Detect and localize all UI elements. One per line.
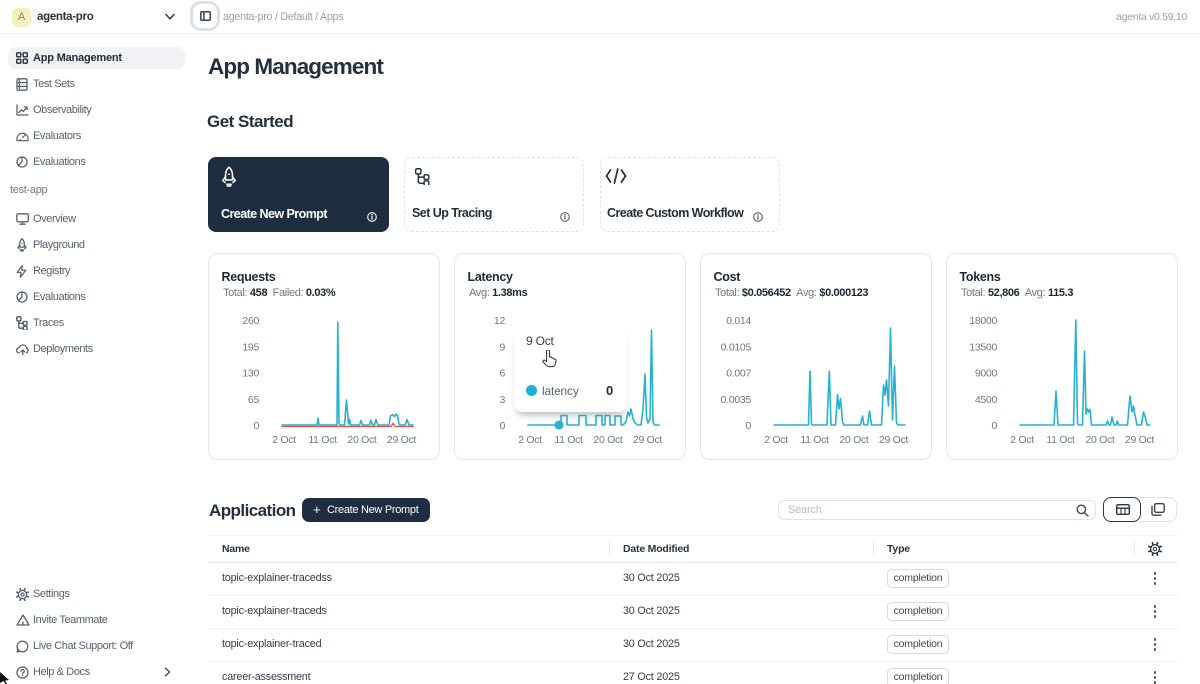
svg-text:9: 9: [499, 341, 505, 353]
svg-text:11 Oct: 11 Oct: [800, 434, 829, 446]
svg-text:20 Oct: 20 Oct: [839, 434, 869, 446]
svg-text:2 Oct: 2 Oct: [1010, 434, 1034, 446]
svg-text:2 Oct: 2 Oct: [518, 434, 542, 446]
svg-text:4500: 4500: [975, 394, 998, 406]
svg-text:2 Oct: 2 Oct: [272, 434, 296, 446]
svg-text:0: 0: [253, 420, 259, 432]
svg-text:11 Oct: 11 Oct: [1046, 434, 1075, 446]
svg-text:130: 130: [242, 368, 259, 380]
svg-text:195: 195: [242, 341, 259, 353]
svg-text:29 Oct: 29 Oct: [633, 434, 663, 446]
svg-text:6: 6: [499, 368, 505, 380]
svg-text:29 Oct: 29 Oct: [879, 434, 909, 446]
svg-text:65: 65: [248, 394, 260, 406]
svg-text:20 Oct: 20 Oct: [347, 434, 377, 446]
svg-text:29 Oct: 29 Oct: [1125, 434, 1155, 446]
svg-text:0.0035: 0.0035: [721, 394, 752, 406]
svg-text:0.0105: 0.0105: [721, 341, 752, 353]
svg-text:18000: 18000: [969, 315, 997, 327]
svg-text:2 Oct: 2 Oct: [764, 434, 788, 446]
svg-text:3: 3: [499, 394, 505, 406]
svg-text:9000: 9000: [975, 368, 998, 380]
svg-text:0: 0: [991, 420, 997, 432]
svg-text:13500: 13500: [969, 341, 997, 353]
svg-text:11 Oct: 11 Oct: [554, 434, 583, 446]
svg-text:11 Oct: 11 Oct: [308, 434, 337, 446]
svg-text:260: 260: [242, 315, 259, 327]
svg-text:0: 0: [745, 420, 751, 432]
svg-text:20 Oct: 20 Oct: [1085, 434, 1115, 446]
svg-text:20 Oct: 20 Oct: [593, 434, 623, 446]
svg-text:0.014: 0.014: [726, 315, 751, 327]
svg-text:12: 12: [494, 315, 506, 327]
svg-text:0.007: 0.007: [726, 368, 751, 380]
svg-text:0: 0: [499, 420, 505, 432]
svg-text:29 Oct: 29 Oct: [387, 434, 417, 446]
